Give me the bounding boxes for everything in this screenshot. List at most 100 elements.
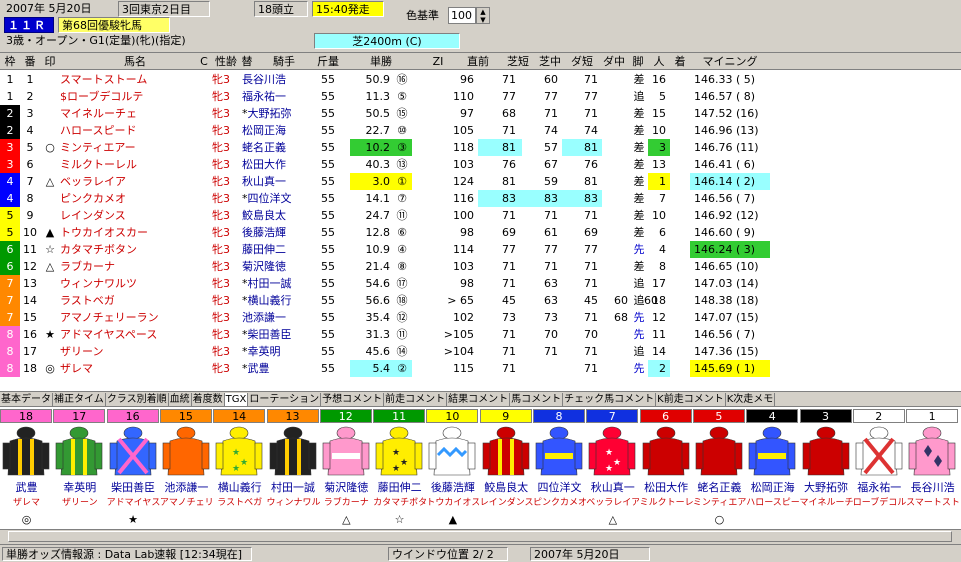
table-row[interactable]: 8 16 ★ アドマイヤスペース 牝3 *柴田善臣 55 31.3 ⑪ >105 71 70 70 先 11… xyxy=(0,326,961,343)
column-header[interactable]: 斤量 xyxy=(314,53,342,70)
mining-value: 146.60 ( 9) xyxy=(694,226,756,239)
table-row[interactable]: 8 18 ◎ ザレマ 牝3 *武豊 55 5.4 ② 115 71 71 先 2 145.69 ( 1) xyxy=(0,360,961,377)
waku-number: 2 xyxy=(0,122,20,139)
finish xyxy=(670,292,690,309)
index-turf-short: 60 xyxy=(544,73,558,86)
table-row[interactable]: 7 14 ラストベガ 牝3 *横山義行 55 56.6 ⑱ > 65 45 63 45 60 60 追 18 1… xyxy=(0,292,961,309)
table-row[interactable]: 2 3 マイネルーチェ 牝3 *大野拓弥 55 50.5 ⑮ 97 68 71 71 差 15 147.52… xyxy=(0,105,961,122)
column-header[interactable]: 人 xyxy=(648,53,670,70)
silk-column[interactable]: 15 池添謙一 アマノチェリ xyxy=(159,407,213,542)
tab-item[interactable]: 着度数 xyxy=(192,393,225,406)
silk-column[interactable]: 2 福永祐一 ローブデコル xyxy=(852,407,906,542)
silk-column[interactable]: 1 長谷川浩 スマートスト xyxy=(906,407,959,542)
index-recent: 68 xyxy=(502,107,516,120)
column-header[interactable]: 芝中 xyxy=(534,53,566,70)
index-dirt-short xyxy=(602,88,632,105)
waku-number: 8 xyxy=(0,360,20,377)
tab-item[interactable]: チェック馬コメント xyxy=(563,393,657,406)
tab-item[interactable]: 基本データ xyxy=(0,393,53,406)
column-header[interactable]: 印 xyxy=(40,53,60,70)
silk-column[interactable]: 8 四位洋文 ピンクカメオ xyxy=(533,407,586,542)
tab-item[interactable]: 予想コメント xyxy=(321,393,385,406)
silk-column[interactable]: 7 ★ ★ ★ 秋山真一 ベッラレイア △ xyxy=(586,407,639,542)
column-header[interactable]: 着 xyxy=(670,53,690,70)
jockey-silk-icon xyxy=(748,425,796,479)
table-row[interactable]: 1 2 $ローブデコルテ 牝3 福永祐一 55 11.3 ⑤ 110 77 77 77 追 5 146.57… xyxy=(0,88,961,105)
index-recent: 76 xyxy=(502,158,516,171)
column-header[interactable]: 芝短 xyxy=(502,53,534,70)
color-basis-input[interactable] xyxy=(448,7,476,24)
table-row[interactable]: 5 9 レインダンス 牝3 鮫島良太 55 24.7 ⑪ 100 71 71 71 差 10 146.92 … xyxy=(0,207,961,224)
column-header[interactable]: 番 xyxy=(20,53,40,70)
table-row[interactable]: 7 15 アマノチェリーラン 牝3 池添謙一 55 35.4 ⑫ 102 73 73 71 68 先 12 1… xyxy=(0,309,961,326)
silk-column[interactable]: 5 蛯名正義 ミンティエア ○ xyxy=(692,407,746,542)
table-row[interactable]: 6 12 △ ラブカーナ 牝3 菊沢隆徳 55 21.4 ⑧ 103 71 71 71 差 8 146.65 … xyxy=(0,258,961,275)
column-header[interactable]: 騎手 xyxy=(254,53,314,70)
silk-column[interactable]: 14 ★ ★ ★ 横山義行 ラストベガ xyxy=(213,407,266,542)
tab-item[interactable]: ローテーション xyxy=(248,393,322,406)
status-source: 単勝オッズ情報源 : Data Lab速報 [12:34現在] xyxy=(2,547,252,561)
entry-table: 枠番印馬名 C 性齢替騎手 斤量 単勝 ZI 直前 芝短 芝中 ダ短 ダ中脚人着マイニング 1 1 スマ… xyxy=(0,52,961,391)
tab-item[interactable]: 前走コメント xyxy=(384,393,448,406)
silk-column[interactable]: 16 柴田善臣 アドマイヤス ★ xyxy=(106,407,160,542)
table-row[interactable]: 1 1 スマートストーム 牝3 長谷川浩 55 50.9 ⑯ 96 71 60 71 差 16 146.33… xyxy=(0,71,961,88)
column-header[interactable]: 枠 xyxy=(0,53,20,70)
silk-column[interactable]: 3 大野拓弥 マイネルーチ xyxy=(799,407,853,542)
table-row[interactable]: 4 7 △ ベッラレイア 牝3 秋山真一 55 3.0 ① 124 81 59 81 差 1 146.14 (… xyxy=(0,173,961,190)
silk-column[interactable]: 12 菊沢隆徳 ラブカーナ △ xyxy=(319,407,373,542)
silk-column[interactable]: 6 松田大作 ミルクトーレ xyxy=(639,407,693,542)
column-header[interactable]: 馬名 xyxy=(60,53,210,70)
tab-item[interactable]: 血統 xyxy=(169,393,192,406)
column-header[interactable]: 性齢 xyxy=(212,53,240,70)
column-header[interactable]: ダ中 xyxy=(598,53,630,70)
tab-item[interactable]: K前走コメント xyxy=(656,393,726,406)
index-recent: 45 xyxy=(502,294,516,307)
silk-column[interactable]: 9 鮫島良太 レインダンス xyxy=(479,407,533,542)
silk-jockey-name: 福永祐一 xyxy=(857,481,902,494)
waku-number: 6 xyxy=(0,258,20,275)
color-basis-spinner[interactable]: ▲ ▼ xyxy=(476,7,490,24)
table-row[interactable]: 3 5 ○ ミンティエアー 牝3 蛯名正義 55 10.2 ③ 118 81 57 81 差 3 146.76… xyxy=(0,139,961,156)
silk-column[interactable]: 4 松岡正海 ハロースピー xyxy=(746,407,799,542)
tab-item[interactable]: クラス別着順 xyxy=(106,393,169,406)
table-row[interactable]: 8 17 ザリーン 牝3 *幸英明 55 45.6 ⑭ >104 71 71 71 追 14 147.36 … xyxy=(0,343,961,360)
tab-item[interactable]: K次走メモ xyxy=(726,393,776,406)
table-row[interactable]: 5 10 ▲ トウカイオスカー 牝3 後藤浩輝 55 12.8 ⑥ 98 69 61 69 差 6 146.6… xyxy=(0,224,961,241)
column-header[interactable]: 脚 xyxy=(628,53,648,70)
column-header[interactable]: ZI xyxy=(420,53,456,70)
column-header[interactable]: 単勝 xyxy=(350,53,412,70)
silk-column[interactable]: 13 村田一誠 ウィンナワル xyxy=(266,407,320,542)
popularity: 6 xyxy=(659,226,666,239)
table-row[interactable]: 6 11 ☆ カタマチボタン 牝3 藤田伸二 55 10.9 ④ 114 77 77 77 先 4 146.2… xyxy=(0,241,961,258)
table-row[interactable]: 3 6 ミルクトーレル 牝3 松田大作 55 40.3 ⑬ 103 76 67 76 差 13 146.41… xyxy=(0,156,961,173)
tab-item[interactable]: 馬コメント xyxy=(510,393,564,406)
index-recent: 71 xyxy=(502,124,516,137)
table-row[interactable]: 7 13 ウィンナワルツ 牝3 *村田一誠 55 54.6 ⑰ 98 71 63 71 追 17 147.0… xyxy=(0,275,961,292)
horizontal-scrollbar[interactable] xyxy=(0,529,961,542)
column-header[interactable]: ダ短 xyxy=(566,53,598,70)
silk-column[interactable]: 17 幸英明 ザリーン xyxy=(53,407,106,542)
tab-item[interactable]: 結果コメント xyxy=(447,393,511,406)
silk-jockey-name: 蛯名正義 xyxy=(697,481,742,494)
horse-name: ピンクカメオ xyxy=(60,192,126,205)
column-header[interactable]: 直前 xyxy=(456,53,500,70)
prediction-mark xyxy=(40,275,60,292)
tab-item[interactable]: TGX xyxy=(224,393,249,406)
silk-horse-number: 8 xyxy=(533,409,585,423)
waku-number: 6 xyxy=(0,241,20,258)
column-header[interactable]: C xyxy=(196,53,212,70)
win-odds: 45.6 xyxy=(365,345,391,358)
silk-column[interactable]: 18 武豊 ザレマ ◎ xyxy=(0,407,53,542)
column-header[interactable]: マイニング xyxy=(690,53,770,70)
sex-age: 牝3 xyxy=(212,362,230,375)
scrollbar-thumb[interactable] xyxy=(8,531,952,542)
table-row[interactable]: 2 4 ハロースピード 牝3 松岡正海 55 22.7 ⑩ 105 71 74 74 差 10 146.96… xyxy=(0,122,961,139)
silk-column[interactable]: 10 後藤浩輝 トウカイオス ▲ xyxy=(426,407,479,542)
silk-column[interactable]: 11 ★ ★ ★ 藤田伸二 カタマチボタ ☆ xyxy=(373,407,426,542)
tab-item[interactable]: 補正タイム xyxy=(53,393,106,406)
column-header[interactable]: 替 xyxy=(240,53,254,70)
horse-number: 17 xyxy=(23,345,37,358)
silk-horse-number: 2 xyxy=(852,409,905,423)
index-turf-mid: 83 xyxy=(562,190,602,207)
table-row[interactable]: 4 8 ピンクカメオ 牝3 *四位洋文 55 14.1 ⑦ 116 83 83 83 差 7 146.56 … xyxy=(0,190,961,207)
